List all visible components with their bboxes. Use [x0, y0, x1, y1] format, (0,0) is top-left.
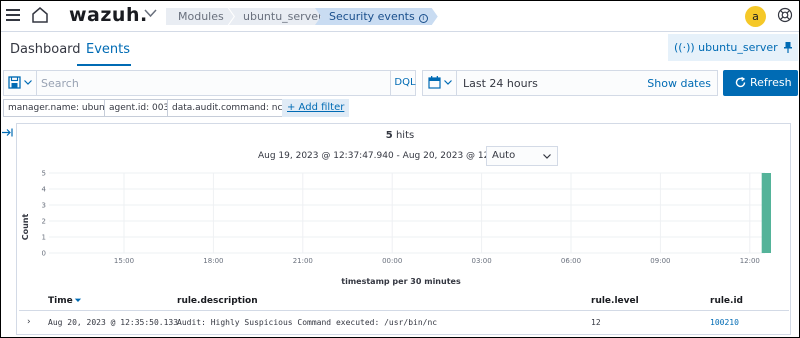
menu-icon[interactable]	[6, 9, 20, 21]
filter-label: manager.name: ubuntu	[8, 103, 114, 113]
top-header: wazuh. Modules ubuntu_server Security ev…	[1, 1, 799, 32]
wazuh-logo[interactable]: wazuh.	[69, 4, 148, 26]
filter-label: agent.id: 003	[109, 103, 170, 113]
date-range-value[interactable]: Last 24 hours	[463, 77, 538, 90]
cell-time: Aug 20, 2023 @ 12:35:50.133	[48, 318, 179, 327]
x-tick-label: 18:00	[203, 257, 223, 265]
breadcrumb-modules[interactable]: Modules	[166, 8, 234, 25]
x-tick-label: 21:00	[293, 257, 313, 265]
add-filter-button[interactable]: + Add filter	[282, 99, 350, 117]
x-tick-label: 15:00	[114, 257, 134, 265]
y-axis-label: Count	[21, 214, 30, 241]
pin-icon[interactable]	[784, 42, 792, 53]
search-input[interactable]: Search	[41, 77, 79, 90]
column-header-label: Time	[48, 296, 73, 306]
tab-events[interactable]: Events	[86, 42, 130, 57]
y-tick-label: 1	[42, 234, 46, 242]
hits-count: 5 hits	[1, 130, 799, 141]
y-tick-label: 3	[42, 202, 46, 210]
saved-query-icon[interactable]	[8, 76, 21, 89]
help-icon[interactable]	[777, 7, 793, 23]
info-icon[interactable]: i	[419, 14, 428, 23]
app-frame: wazuh. Modules ubuntu_server Security ev…	[1, 1, 799, 337]
table-divider	[19, 310, 789, 311]
date-picker: Last 24 hours Show dates	[422, 70, 718, 96]
search-bar: Search DQL	[3, 70, 416, 96]
chevron-down-icon[interactable]	[444, 80, 452, 85]
filter-pill[interactable]: manager.name: ubuntu	[3, 99, 119, 117]
column-header-rule-description[interactable]: rule.description	[177, 296, 258, 306]
column-header-time[interactable]: Time ⏷	[48, 296, 81, 306]
histogram-chart: Count 0 1 2 3 4 5 15:00 18:00 21:00 00:00 03:00 06…	[21, 170, 771, 265]
divider	[36, 71, 37, 95]
refresh-button[interactable]: Refresh	[723, 70, 798, 96]
filter-pill[interactable]: agent.id: 003	[104, 99, 175, 117]
x-tick-label: 00:00	[382, 257, 402, 265]
filter-pill[interactable]: data.audit.command: nc×	[167, 99, 299, 117]
show-dates-link[interactable]: Show dates	[647, 77, 711, 90]
x-axis-label: timestamp per 30 minutes	[341, 277, 461, 286]
chevron-down-icon[interactable]	[144, 9, 157, 18]
x-tick-label: 03:00	[472, 257, 492, 265]
active-tab-indicator	[77, 64, 131, 66]
hits-number: 5	[385, 130, 393, 141]
x-tick-label: 09:00	[650, 257, 670, 265]
chevron-down-icon	[543, 154, 551, 159]
refresh-icon	[735, 77, 746, 88]
column-header-rule-id[interactable]: rule.id	[710, 296, 743, 306]
cell-level: 12	[591, 318, 601, 327]
column-header-rule-level[interactable]: rule.level	[591, 296, 639, 306]
dql-toggle[interactable]: DQL	[390, 71, 419, 95]
avatar[interactable]: a	[745, 6, 766, 27]
interval-value: Auto	[492, 150, 516, 161]
y-tick-label: 5	[42, 170, 46, 178]
y-tick-label: 2	[42, 218, 46, 226]
y-tick-label: 0	[42, 250, 46, 258]
hits-label: hits	[395, 130, 415, 141]
breadcrumb-security-events: Security events i	[315, 8, 438, 25]
home-icon[interactable]	[31, 6, 49, 24]
chevron-down-icon[interactable]	[24, 80, 32, 85]
cell-description: Audit: Highly Suspicious Command execute…	[177, 318, 438, 327]
calendar-icon[interactable]	[428, 76, 441, 89]
agent-selector[interactable]: ((·)) ubuntu_server (003)	[668, 34, 798, 81]
refresh-label: Refresh	[750, 76, 792, 89]
cell-rule-id[interactable]: 100210	[710, 318, 739, 327]
y-tick-label: 4	[42, 186, 47, 194]
filter-label: data.audit.command: nc	[172, 103, 283, 113]
x-tick-label: 12:00	[740, 257, 760, 265]
sort-down-icon[interactable]: ⏷	[75, 296, 81, 305]
divider	[456, 71, 457, 95]
breadcrumb-security-events-label: Security events	[329, 10, 415, 23]
interval-select[interactable]: Auto	[486, 146, 558, 166]
histogram-bar[interactable]	[761, 173, 771, 253]
x-tick-label: 06:00	[561, 257, 581, 265]
expand-row-icon[interactable]: ›	[27, 317, 31, 327]
tab-dashboard[interactable]: Dashboard	[10, 42, 81, 57]
signal-icon: ((·))	[674, 41, 695, 54]
